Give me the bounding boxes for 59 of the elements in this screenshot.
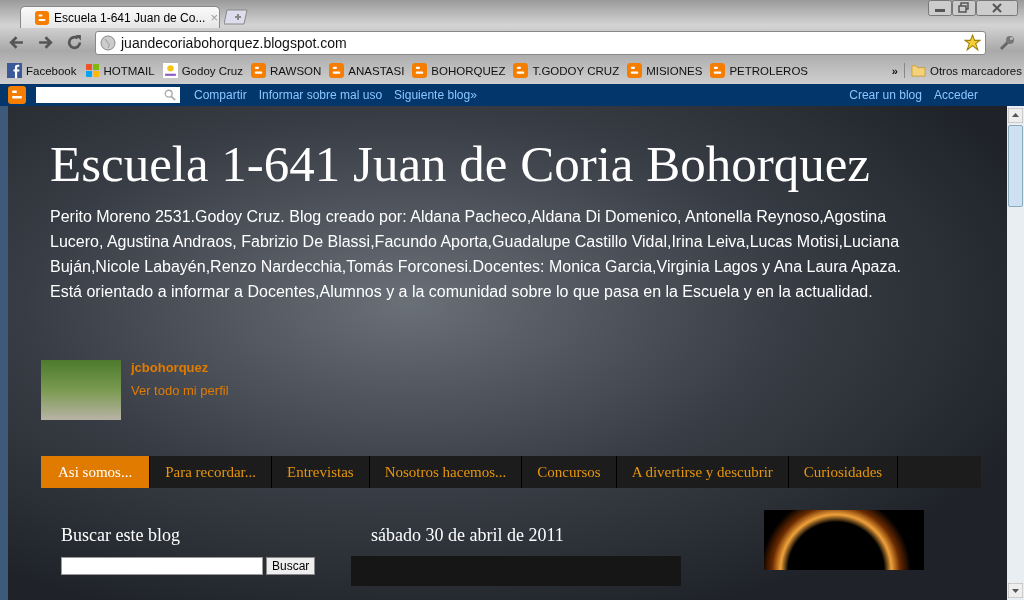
folder-icon xyxy=(910,63,926,78)
site-icon xyxy=(162,63,178,78)
blogger-icon xyxy=(710,63,726,78)
navbar-link[interactable]: Crear un blog xyxy=(849,88,922,102)
tab-title: Escuela 1-641 Juan de Co... xyxy=(54,10,206,25)
blogger-icon xyxy=(329,63,345,78)
scroll-up-icon[interactable] xyxy=(1008,108,1023,123)
back-icon[interactable] xyxy=(8,34,25,51)
wrench-icon[interactable] xyxy=(998,33,1016,52)
page-tab[interactable]: A divertirse y descubrir xyxy=(616,456,789,489)
star-icon[interactable] xyxy=(964,34,981,51)
page-tab[interactable]: Entrevistas xyxy=(272,456,370,489)
bookmark-item[interactable]: MISIONES xyxy=(627,63,703,78)
reload-icon[interactable] xyxy=(66,34,83,51)
page-tab[interactable]: Nosotros hacemos... xyxy=(369,456,523,489)
more-bookmarks-button[interactable]: » xyxy=(891,64,898,77)
search-button[interactable]: Buscar xyxy=(266,557,316,576)
navbar-link[interactable]: Compartir xyxy=(194,88,247,102)
widget-heading: Buscar este blog xyxy=(61,525,181,547)
bookmark-item[interactable]: PETROLEROS xyxy=(710,63,808,78)
new-tab-icon[interactable] xyxy=(224,9,250,25)
forward-icon[interactable] xyxy=(37,34,54,51)
other-bookmarks-item[interactable]: Otros marcadores xyxy=(903,63,1022,78)
navbar-link[interactable]: Siguiente blog» xyxy=(394,88,477,102)
page-tab[interactable]: Concursos xyxy=(522,456,617,489)
post-date: sábado 30 de abril de 2011 xyxy=(371,525,565,547)
scrollbar[interactable] xyxy=(1007,106,1024,600)
blog-search-field[interactable] xyxy=(61,557,263,576)
blogger-icon xyxy=(513,63,529,78)
navbar-search-field[interactable] xyxy=(36,87,180,103)
blog-description: Perito Moreno 2531.Godoy Cruz. Blog creado por: Aldana Pacheco,Aldana Di Domenico, Antonella Reynoso,Agostina Lucero, Agustina Andraos, Fabrizio De Blassi,Facundo Aporta,Guadalupe Castillo Vidal,Irina Leiva,Lucas Motisi,Luciana Buján,Nicole Labayén,Renzo Nardecchia,Tomás Forconesi.Docentes: Monica Garcia,Virginia Lagos y Ana Laura Apaza. Está orientado a informar a Docentes,Alumnos y a la comunidad sobre lo que pasa en la Escuela y en la actualidad. xyxy=(50,207,902,303)
address-bar[interactable]: juandecoriabohorquez.blogspot.com xyxy=(95,30,986,55)
windows-flag-icon xyxy=(84,63,100,78)
bookmark-item[interactable]: HOTMAIL xyxy=(84,63,155,78)
page-tab[interactable]: Curiosidades xyxy=(788,456,899,489)
bookmark-item[interactable]: BOHORQUEZ xyxy=(412,63,506,78)
blogger-icon xyxy=(627,63,643,78)
navbar-link[interactable]: Acceder xyxy=(933,88,978,102)
blog-title: Escuela 1-641 Juan de Coria Bohorquez xyxy=(50,136,871,193)
url-text: juandecoriabohorquez.blogspot.com xyxy=(121,34,348,51)
close-icon[interactable] xyxy=(976,0,1018,16)
bookmark-item[interactable]: Godoy Cruz xyxy=(162,63,243,78)
search-icon[interactable] xyxy=(164,89,176,101)
browser-tab[interactable]: Escuela 1-641 Juan de Co... × xyxy=(20,6,220,28)
scroll-down-icon[interactable] xyxy=(1008,583,1023,598)
blogger-icon[interactable] xyxy=(8,86,26,104)
bookmark-item[interactable]: ANASTASI xyxy=(329,63,405,78)
navbar-link[interactable]: Informar sobre mal uso xyxy=(258,88,383,102)
scrollbar-thumb[interactable] xyxy=(1008,125,1023,207)
bookmark-item[interactable]: RAWSON xyxy=(251,63,322,78)
restore-icon[interactable] xyxy=(952,0,976,16)
blogger-icon xyxy=(35,10,49,25)
page-tab[interactable]: Para recordar... xyxy=(150,456,272,489)
minimize-icon[interactable] xyxy=(928,0,952,16)
blogger-icon xyxy=(412,63,428,78)
blogger-icon xyxy=(251,63,266,78)
facebook-icon xyxy=(7,63,22,78)
bookmark-item[interactable]: T.GODOY CRUZ xyxy=(513,63,620,78)
bookmark-item[interactable]: Facebook xyxy=(7,63,77,78)
